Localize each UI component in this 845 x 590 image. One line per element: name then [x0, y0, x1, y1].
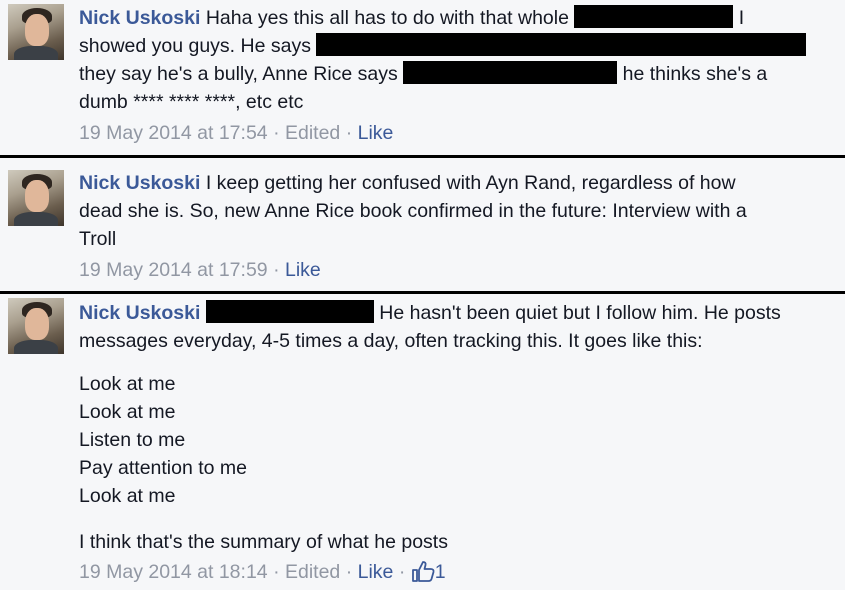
comment-2: Nick Uskoski I keep getting her confused…: [0, 158, 845, 292]
comment-text: He hasn't been quiet but I follow him. H…: [379, 302, 781, 324]
comment-text: they say he's a bully, Anne Rice says: [79, 63, 398, 85]
redaction-bar: [574, 5, 734, 28]
list-item: Pay attention to me: [79, 457, 248, 479]
like-button[interactable]: Like: [358, 561, 394, 583]
timestamp[interactable]: 19 May 2014 at 17:54: [79, 122, 268, 144]
thumbs-up-icon: [411, 560, 435, 590]
redaction-bar: [205, 300, 374, 323]
like-button[interactable]: Like: [285, 259, 321, 281]
comment-text: I think that's the summary of what he po…: [79, 531, 448, 553]
timestamp[interactable]: 19 May 2014 at 18:14: [79, 561, 268, 583]
comment-text: Troll: [79, 228, 117, 250]
comment-text: I keep getting her confused with Ayn Ran…: [205, 172, 736, 194]
list-item: Look at me: [79, 401, 176, 423]
comment-text: Haha yes this all has to do with that wh…: [205, 7, 569, 29]
author-name[interactable]: Nick Uskoski: [79, 7, 200, 29]
avatar[interactable]: [8, 170, 64, 226]
list-item: Look at me: [79, 485, 176, 507]
comment-meta: 19 May 2014 at 17:59 · Like: [79, 259, 321, 281]
comment-text: he thinks she's a: [622, 63, 768, 85]
edited-label[interactable]: Edited: [285, 561, 340, 583]
avatar[interactable]: [8, 298, 64, 354]
comment-text: messages everyday, 4-5 times a day, ofte…: [79, 330, 703, 352]
edited-label[interactable]: Edited: [285, 122, 340, 144]
like-button[interactable]: Like: [358, 122, 394, 144]
avatar[interactable]: [8, 4, 64, 60]
comment-text: dumb **** **** ****, etc etc: [79, 91, 304, 113]
comment-3: Nick Uskoski He hasn't been quiet but I …: [0, 294, 845, 589]
timestamp[interactable]: 19 May 2014 at 17:59: [79, 259, 268, 281]
comment-text: I: [738, 7, 745, 29]
comment-1: Nick Uskoski Haha yes this all has to do…: [0, 0, 845, 156]
comment-text: showed you guys. He says: [79, 35, 311, 57]
comment-meta: 19 May 2014 at 18:14 · Edited · Like · 1: [79, 558, 837, 590]
like-count[interactable]: 1: [411, 561, 446, 583]
author-name[interactable]: Nick Uskoski: [79, 172, 200, 194]
comment-meta: 19 May 2014 at 17:54 · Edited · Like: [79, 122, 394, 144]
list-item: Look at me: [79, 373, 176, 395]
redaction-bar: [316, 33, 807, 56]
list-item: Listen to me: [79, 429, 186, 451]
comment-text: dead she is. So, new Anne Rice book conf…: [79, 200, 747, 222]
redaction-bar: [403, 61, 618, 84]
author-name[interactable]: Nick Uskoski: [79, 302, 200, 324]
